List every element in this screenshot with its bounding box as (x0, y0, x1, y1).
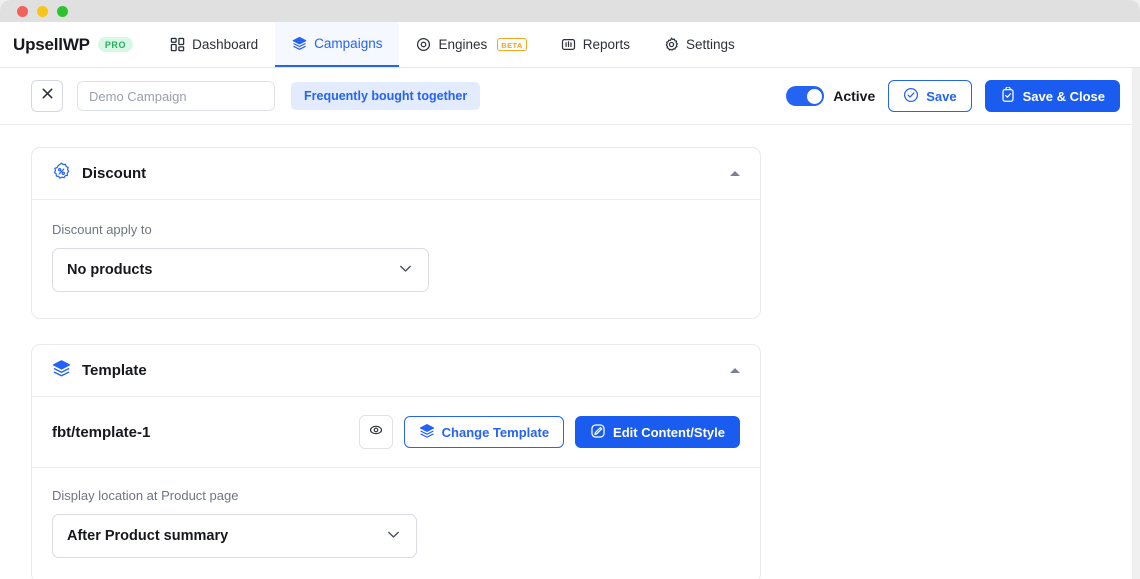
layers-icon (419, 423, 435, 442)
discount-apply-to-select[interactable]: No products (52, 248, 429, 292)
eye-icon (368, 422, 384, 443)
window-minimize-button[interactable] (37, 5, 48, 17)
edit-content-style-label: Edit Content/Style (613, 424, 725, 440)
brand-name: UpsellWP (13, 34, 90, 54)
pro-badge: PRO (97, 37, 134, 52)
nav-label-settings: Settings (686, 37, 735, 52)
edit-content-style-button[interactable]: Edit Content/Style (575, 416, 740, 448)
beta-badge: BETA (497, 38, 527, 51)
nav-item-settings[interactable]: Settings (647, 22, 752, 67)
toolbar-actions: Active Save Save & Close (786, 80, 1120, 112)
change-template-label: Change Template (441, 424, 550, 440)
window-maximize-button[interactable] (57, 5, 68, 17)
toggle-knob (806, 88, 822, 104)
display-location-select[interactable]: After Product summary (52, 514, 417, 558)
nav-label-engines: Engines (438, 37, 488, 52)
nav-label-reports: Reports (582, 37, 631, 52)
close-icon (41, 87, 54, 105)
discount-apply-to-value: No products (67, 262, 153, 278)
nav-item-reports[interactable]: Reports (544, 22, 647, 67)
campaign-toolbar: Frequently bought together Active Save (0, 68, 1140, 125)
cards-container: Discount Discount apply to No products T… (0, 125, 1140, 579)
top-navigation: UpsellWP PRO Dashboard Campaigns Engines… (0, 22, 1140, 68)
app-window: UpsellWP PRO Dashboard Campaigns Engines… (0, 0, 1140, 579)
template-card-title: Template (82, 362, 147, 379)
template-name: fbt/template-1 (52, 423, 151, 441)
template-card-header: Template (32, 345, 760, 397)
save-button-label: Save (926, 88, 957, 104)
preview-template-button[interactable] (358, 415, 393, 449)
save-and-close-button-label: Save & Close (1022, 88, 1105, 104)
template-collapse-chevron-up-icon[interactable] (730, 368, 740, 373)
target-icon (416, 37, 431, 52)
layers-icon (52, 359, 71, 383)
window-titlebar (0, 0, 1140, 22)
nav-item-campaigns[interactable]: Campaigns (275, 22, 400, 67)
check-circle-icon (903, 87, 919, 106)
chevron-down-icon (397, 260, 414, 281)
window-close-button[interactable] (17, 5, 28, 17)
campaign-status-label: Active (833, 88, 876, 104)
display-location-value: After Product summary (67, 528, 229, 544)
nav-label-dashboard: Dashboard (192, 37, 259, 52)
discount-card-title: Discount (82, 165, 147, 182)
layers-icon (292, 36, 307, 51)
nav-item-engines[interactable]: Engines BETA (399, 22, 543, 67)
discount-badge-icon (52, 161, 71, 186)
chevron-down-icon (385, 526, 402, 547)
discount-card: Discount Discount apply to No products (31, 147, 761, 319)
save-button[interactable]: Save (888, 80, 972, 112)
template-card: Template fbt/template-1 Change Template … (31, 344, 761, 579)
bar-chart-icon (561, 37, 576, 52)
campaign-status-toggle[interactable] (786, 86, 825, 106)
discount-collapse-chevron-up-icon[interactable] (730, 171, 740, 176)
nav-label-campaigns: Campaigns (314, 36, 383, 51)
grid-icon (170, 37, 185, 52)
template-selection-row: fbt/template-1 Change Template Edit Cont… (32, 397, 760, 468)
template-display-location-section: Display location at Product page After P… (32, 468, 760, 579)
discount-card-body: Discount apply to No products (32, 200, 760, 318)
template-actions: Change Template Edit Content/Style (358, 415, 740, 449)
pencil-edit-icon (590, 423, 606, 442)
discount-apply-to-label: Discount apply to (52, 222, 152, 237)
save-and-close-button[interactable]: Save & Close (984, 80, 1120, 112)
page-content: Frequently bought together Active Save (0, 68, 1140, 579)
gear-icon (664, 37, 679, 52)
close-campaign-button[interactable] (31, 80, 63, 112)
change-template-button[interactable]: Change Template (403, 416, 565, 448)
campaign-name-input[interactable] (77, 81, 275, 111)
clipboard-check-icon (1000, 85, 1016, 106)
brand-logo: UpsellWP PRO (13, 22, 153, 67)
campaign-type-badge: Frequently bought together (291, 82, 481, 110)
display-location-label: Display location at Product page (52, 488, 239, 503)
discount-card-header: Discount (32, 148, 760, 200)
nav-item-dashboard[interactable]: Dashboard (153, 22, 275, 67)
